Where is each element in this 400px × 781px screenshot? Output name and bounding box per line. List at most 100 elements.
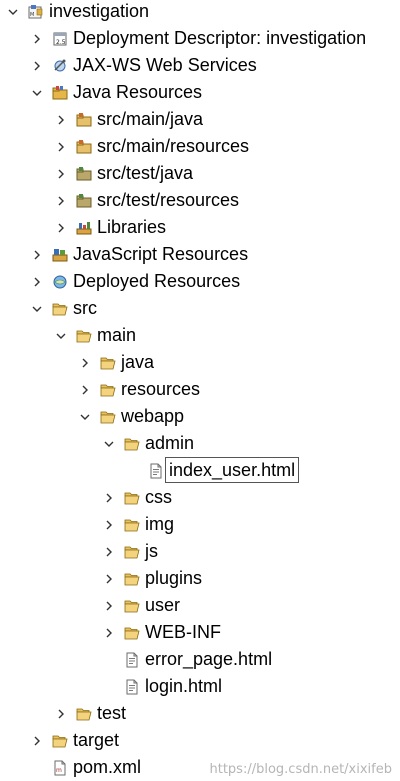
node-src-main-resources[interactable]: src/main/resources [0, 133, 400, 160]
node-main[interactable]: main [0, 322, 400, 349]
node-javascript-resources[interactable]: JavaScript Resources [0, 241, 400, 268]
tree-item-label: Java Resources [73, 82, 203, 102]
node-java[interactable]: java [0, 349, 400, 376]
chevron-down-icon[interactable] [54, 322, 68, 349]
node-admin[interactable]: admin [0, 430, 400, 457]
node-src[interactable]: src [0, 295, 400, 322]
node-test[interactable]: test [0, 700, 400, 727]
chevron-right-icon[interactable] [102, 565, 116, 592]
chevron-right-icon[interactable] [102, 511, 116, 538]
tree-item-label: Libraries [97, 217, 167, 237]
node-web-inf[interactable]: WEB-INF [0, 619, 400, 646]
folder-open-icon [100, 409, 116, 425]
node-src-main-java[interactable]: src/main/java [0, 106, 400, 133]
watermark: https://blog.csdn.net/xixifeb [209, 762, 393, 777]
tree-item-label: JavaScript Resources [73, 244, 249, 264]
node-investigation[interactable]: Minvestigation [0, 0, 400, 25]
node-deployed-resources[interactable]: Deployed Resources [0, 268, 400, 295]
node-jax-ws[interactable]: JAX-WS Web Services [0, 52, 400, 79]
chevron-right-icon[interactable] [54, 187, 68, 214]
chevron-down-icon[interactable] [102, 430, 116, 457]
node-deployment-descriptor[interactable]: 2.5 Deployment Descriptor: investigation [0, 25, 400, 52]
node-img[interactable]: img [0, 511, 400, 538]
tree-item-label: Deployment Descriptor: investigation [73, 28, 367, 48]
html-file-icon [148, 463, 164, 479]
tree-item-label: src/main/resources [97, 136, 250, 156]
tree-item-label: investigation [49, 1, 150, 21]
tree-item-label: main [97, 325, 137, 345]
node-user[interactable]: user [0, 592, 400, 619]
svg-text:2.5: 2.5 [56, 39, 66, 46]
node-libraries[interactable]: Libraries [0, 214, 400, 241]
chevron-right-icon[interactable] [30, 268, 44, 295]
chevron-right-icon[interactable] [102, 538, 116, 565]
chevron-right-icon[interactable] [54, 133, 68, 160]
tree-item-label: plugins [145, 568, 203, 588]
chevron-down-icon[interactable] [6, 0, 20, 25]
chevron-right-icon[interactable] [78, 376, 92, 403]
svg-text:M: M [30, 12, 34, 18]
chevron-right-icon[interactable] [78, 349, 92, 376]
tree-item-label: webapp [121, 406, 185, 426]
chevron-right-icon[interactable] [30, 52, 44, 79]
folder-open-icon [124, 490, 140, 506]
chevron-right-icon[interactable] [30, 727, 44, 754]
node-target[interactable]: target [0, 727, 400, 754]
deployment-descriptor-icon: 2.5 [52, 31, 68, 47]
node-error-page-html[interactable]: error_page.html [0, 646, 400, 673]
tree-item-label: WEB-INF [145, 622, 221, 642]
chevron-down-icon[interactable] [30, 295, 44, 322]
tree-item-label: img [145, 514, 175, 534]
chevron-down-icon[interactable] [78, 403, 92, 430]
node-java-resources[interactable]: Java Resources [0, 79, 400, 106]
tree-item-label: target [73, 730, 120, 750]
node-src-test-java[interactable]: src/test/java [0, 160, 400, 187]
tree-item-label: java [121, 352, 155, 372]
node-index-user-html[interactable]: index_user.html [0, 457, 400, 484]
folder-open-icon [100, 355, 116, 371]
chevron-right-icon[interactable] [102, 484, 116, 511]
chevron-right-icon[interactable] [30, 25, 44, 52]
tree-item-label: src/test/java [97, 163, 194, 183]
svg-text:m: m [56, 767, 62, 774]
folder-open-icon [124, 517, 140, 533]
chevron-right-icon[interactable] [30, 241, 44, 268]
source-folder-icon [76, 112, 92, 128]
chevron-down-icon[interactable] [30, 79, 44, 106]
project-icon: M [28, 4, 44, 20]
tree-item-label: user [145, 595, 181, 615]
chevron-right-icon[interactable] [54, 160, 68, 187]
chevron-right-icon[interactable] [54, 700, 68, 727]
test-source-folder-icon [76, 193, 92, 209]
folder-open-icon [76, 706, 92, 722]
chevron-right-icon[interactable] [54, 106, 68, 133]
chevron-right-icon[interactable] [102, 592, 116, 619]
folder-open-icon [76, 328, 92, 344]
chevron-right-icon[interactable] [102, 619, 116, 646]
html-file-icon [124, 652, 140, 668]
folder-open-icon [124, 571, 140, 587]
node-js[interactable]: js [0, 538, 400, 565]
html-file-icon [124, 679, 140, 695]
node-css[interactable]: css [0, 484, 400, 511]
node-resources[interactable]: resources [0, 376, 400, 403]
xml-file-icon: m [52, 760, 68, 776]
node-webapp[interactable]: webapp [0, 403, 400, 430]
java-resources-icon [52, 85, 68, 101]
tree-item-label: resources [121, 379, 201, 399]
source-folder-icon [76, 139, 92, 155]
tree-item-label: Deployed Resources [73, 271, 241, 291]
libraries-icon [76, 220, 92, 236]
tree-item-label: admin [145, 433, 195, 453]
javascript-resources-icon [52, 247, 68, 263]
web-services-icon [52, 58, 68, 74]
node-src-test-resources[interactable]: src/test/resources [0, 187, 400, 214]
node-login-html[interactable]: login.html [0, 673, 400, 700]
folder-open-icon [52, 301, 68, 317]
chevron-right-icon[interactable] [54, 214, 68, 241]
folder-open-icon [124, 598, 140, 614]
tree-item-label: css [145, 487, 172, 507]
folder-open-icon [100, 382, 116, 398]
tree-item-label: login.html [145, 676, 223, 696]
node-plugins[interactable]: plugins [0, 565, 400, 592]
